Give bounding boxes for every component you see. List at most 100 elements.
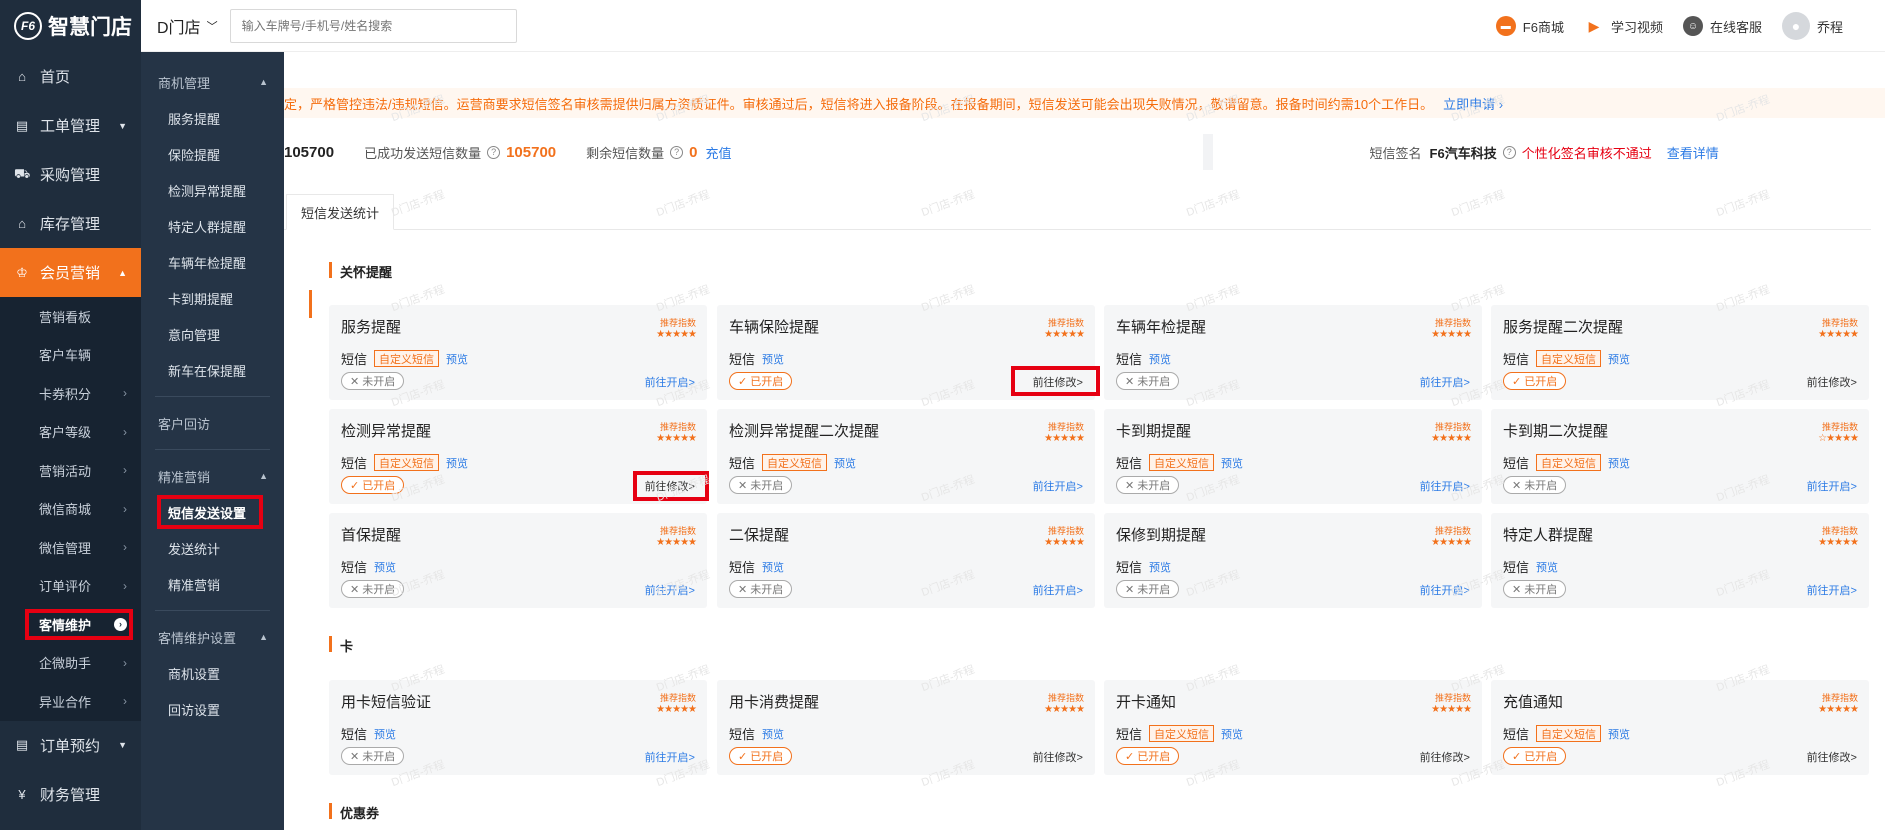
preview-link[interactable]: 预览 [1608, 351, 1630, 367]
submenu-group-care-settings[interactable]: 客情维护设置 ▲ [141, 619, 284, 655]
rating-stars-icon: ★★★★★ [1431, 704, 1472, 715]
sidebar-item-member-marketing[interactable]: ♔ 会员营销 ▲ [0, 248, 141, 297]
chevron-right-icon: › [123, 386, 127, 401]
preview-link[interactable]: 预览 [1149, 351, 1171, 367]
sidebar-item-purchase[interactable]: ⛟ 采购管理 [0, 150, 141, 199]
card-title: 充值通知 [1503, 694, 1564, 711]
status-badge: ✕ 未开启 [1116, 580, 1180, 598]
preview-link[interactable]: 预览 [1149, 559, 1171, 575]
channel-label: 短信 [341, 352, 368, 367]
help-icon[interactable]: ? [670, 145, 684, 159]
sidebar-sub-customer-care[interactable]: 客情维护 › [0, 605, 141, 644]
sidebar-item-workorder[interactable]: ▤ 工单管理 ▼ [0, 101, 141, 150]
sidebar-sub-wechat-manage[interactable]: 微信管理 › [0, 528, 141, 567]
preview-link[interactable]: 预览 [1221, 455, 1243, 471]
go-open-link[interactable]: 前往开启> [1033, 582, 1083, 598]
go-open-link[interactable]: 前往开启> [1033, 478, 1083, 494]
submenu-item-customer-visit[interactable]: 客户回访 [141, 405, 284, 441]
custom-sms-tag: 自定义短信 [1536, 454, 1602, 471]
go-edit-link[interactable]: 前往修改> [1807, 374, 1857, 390]
preview-link[interactable]: 预览 [762, 351, 784, 367]
sidebar-sub-card-points[interactable]: 卡券积分 › [0, 374, 141, 413]
sidebar-sub-wecom-assistant[interactable]: 企微助手 › [0, 643, 141, 682]
channel-row: 短信 自定义短信 预览 [1503, 453, 1630, 472]
help-icon[interactable]: ? [487, 145, 501, 159]
preview-link[interactable]: 预览 [374, 726, 396, 742]
reminder-card: 卡到期二次提醒 推荐指数 ☆★★★★ 短信 自定义短信 预览 ✕ 未开启 前往开启> [1491, 409, 1869, 504]
card-title: 服务提醒 [341, 319, 402, 336]
preview-link[interactable]: 预览 [374, 559, 396, 575]
preview-link[interactable]: 预览 [762, 559, 784, 575]
sidebar-item-order-booking[interactable]: ▤ 订单预约 ▼ [0, 721, 141, 770]
preview-link[interactable]: 预览 [446, 351, 468, 367]
submenu-item-new-car-warranty[interactable]: 新车在保提醒 [141, 352, 284, 388]
submenu-item-specific-group[interactable]: 特定人群提醒 [141, 208, 284, 244]
channel-label: 短信 [729, 352, 756, 367]
sidebar-sub-cross-industry[interactable]: 异业合作 › [0, 682, 141, 721]
go-edit-link[interactable]: 前往修改> [1033, 374, 1083, 390]
go-edit-link[interactable]: 前往修改> [1420, 749, 1470, 765]
sidebar: F6 智慧门店 ⌂ 首页 ▤ 工单管理 ▼ ⛟ 采购管理 ⌂ 库存管理 ♔ 会员营销 ▲ 营销… [0, 0, 141, 830]
recommend-label: 推荐指数 [659, 693, 696, 703]
preview-link[interactable]: 预览 [1536, 559, 1558, 575]
go-open-link[interactable]: 前往开启> [1807, 582, 1857, 598]
status-badge: ✓ 已开启 [729, 372, 793, 390]
sidebar-sub-order-review[interactable]: 订单评价 › [0, 566, 141, 605]
reminder-card: 检测异常提醒 推荐指数 ★★★★★ 短信 自定义短信 预览 ✓ 已开启 前往修改> [329, 409, 707, 504]
play-icon: ▶ [1583, 16, 1604, 36]
submenu-group-precision[interactable]: 精准营销 ▲ [141, 458, 284, 494]
notice-banner: 定，严格管控违法/违规短信。运营商要求短信签名审核需提供归属方资质证件。审核通过… [284, 88, 1885, 118]
submenu-item-annual-inspection[interactable]: 车辆年检提醒 [141, 244, 284, 280]
sign-status: 个性化签名审核不通过 [1521, 145, 1652, 161]
chevron-right-icon: › [123, 655, 127, 670]
submenu-item-insurance-reminder[interactable]: 保险提醒 [141, 136, 284, 172]
search-input[interactable] [229, 8, 517, 43]
user-menu[interactable]: ● 乔程 [1781, 12, 1843, 40]
caret-up-icon: ▲ [118, 267, 127, 278]
preview-link[interactable]: 预览 [1221, 726, 1243, 742]
submenu-item-opportunity-settings[interactable]: 商机设置 [141, 655, 284, 691]
preview-link[interactable]: 预览 [446, 455, 468, 471]
submenu-item-intention[interactable]: 意向管理 [141, 316, 284, 352]
card-title: 开卡通知 [1116, 694, 1177, 711]
tab-sms-stats[interactable]: 短信发送统计 [286, 194, 395, 230]
view-detail-link[interactable]: 查看详情 [1667, 143, 1719, 162]
submenu-item-sms-settings[interactable]: 短信发送设置 [141, 494, 284, 530]
app-logo[interactable]: F6 智慧门店 [0, 0, 141, 52]
submenu-item-send-stats[interactable]: 发送统计 [141, 530, 284, 566]
submenu-item-precision-marketing[interactable]: 精准营销 [141, 566, 284, 602]
go-open-link[interactable]: 前往开启> [1807, 478, 1857, 494]
preview-link[interactable]: 预览 [1608, 726, 1630, 742]
go-edit-link[interactable]: 前往修改> [1807, 749, 1857, 765]
submenu-group-opportunity[interactable]: 商机管理 ▲ [141, 64, 284, 100]
channel-row: 短信 自定义短信 预览 [1116, 453, 1243, 472]
preview-link[interactable]: 预览 [1608, 455, 1630, 471]
sidebar-sub-wechat-mall[interactable]: 微信商城 › [0, 489, 141, 528]
chevron-right-icon: › [123, 578, 127, 593]
close-icon: ✕ [350, 375, 360, 388]
sidebar-sub-marketing-board[interactable]: 营销看板 [0, 297, 141, 336]
learning-video-link[interactable]: ▶ 学习视频 [1583, 16, 1663, 36]
store-selector[interactable]: D门店 ﹀ [157, 14, 218, 38]
f6-mall-link[interactable]: ▬ F6商城 [1495, 16, 1564, 36]
preview-link[interactable]: 预览 [762, 726, 784, 742]
preview-link[interactable]: 预览 [834, 455, 856, 471]
sidebar-item-home[interactable]: ⌂ 首页 [0, 52, 141, 101]
sidebar-sub-marketing-activity[interactable]: 营销活动 › [0, 451, 141, 490]
close-icon: ✕ [350, 750, 360, 763]
help-icon[interactable]: ? [1502, 145, 1516, 159]
sidebar-sub-customer-level[interactable]: 客户等级 › [0, 412, 141, 451]
go-open-link[interactable]: 前往开启> [1420, 374, 1470, 390]
custom-sms-tag: 自定义短信 [374, 350, 440, 367]
submenu-item-card-expiry[interactable]: 卡到期提醒 [141, 280, 284, 316]
submenu-item-visit-settings[interactable]: 回访设置 [141, 691, 284, 727]
sidebar-item-finance[interactable]: ¥ 财务管理 [0, 770, 141, 819]
recharge-link[interactable]: 充值 [706, 143, 732, 162]
sidebar-item-inventory[interactable]: ⌂ 库存管理 [0, 199, 141, 248]
sidebar-sub-customer-vehicle[interactable]: 客户车辆 [0, 335, 141, 374]
online-service-link[interactable]: ☺ 在线客服 [1682, 16, 1762, 36]
submenu-item-inspection-abnormal[interactable]: 检测异常提醒 [141, 172, 284, 208]
rating-stars-icon: ★★★★★ [1044, 537, 1085, 548]
go-edit-link[interactable]: 前往修改> [1033, 749, 1083, 765]
submenu-item-service-reminder[interactable]: 服务提醒 [141, 100, 284, 136]
